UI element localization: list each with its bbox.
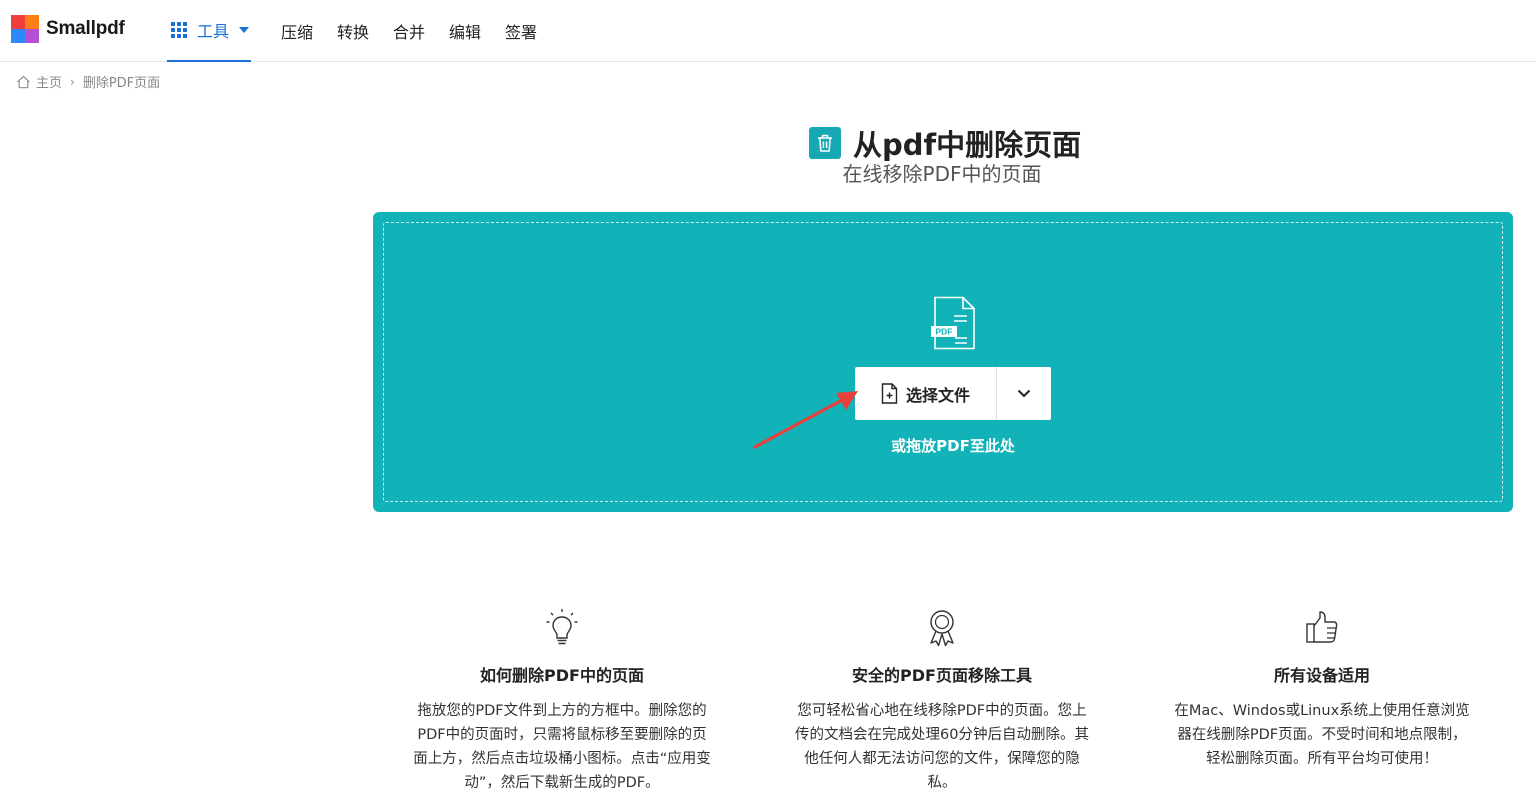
chevron-down-icon xyxy=(1017,389,1031,398)
nav-item-convert[interactable]: 转换 xyxy=(337,19,369,43)
feature-text: 在Mac、Windos或Linux系统上使用任意浏览器在线删除PDF页面。不受时… xyxy=(1174,703,1470,767)
pdf-file-icon: PDF xyxy=(931,296,975,350)
nav-item-compress[interactable]: 压缩 xyxy=(281,19,313,43)
annotation-arrow-icon xyxy=(753,391,858,449)
thumbs-up-icon xyxy=(1306,611,1338,643)
add-file-icon xyxy=(881,383,898,404)
feature-text: 您可轻松省心地在线移除PDF中的页面。您上传的文档会在完成处理60分钟后自动删除… xyxy=(795,703,1089,791)
dropzone-dashed-border: PDF 选择文件 或拖放PDF至此处 xyxy=(383,222,1503,502)
feature-title: 所有设备适用 xyxy=(1273,666,1370,685)
smallpdf-logo-icon xyxy=(11,15,39,43)
brand-name: Smallpdf xyxy=(46,18,125,39)
caret-down-icon xyxy=(239,27,250,33)
nav-item-sign[interactable]: 签署 xyxy=(505,19,537,43)
page-subtitle: 在线移除PDF中的页面 xyxy=(842,162,1042,186)
award-ribbon-icon xyxy=(930,610,954,647)
home-icon xyxy=(17,75,30,88)
feature-text: 拖放您的PDF文件到上方的方框中。删除您的PDF中的页面时，只需将鼠标移至要删除… xyxy=(413,703,711,791)
breadcrumb-home[interactable]: 主页 xyxy=(36,72,62,91)
lightbulb-icon xyxy=(546,609,578,645)
feature-security: 安全的PDF页面移除工具 您可轻松省心地在线移除PDF中的页面。您上传的文档会在… xyxy=(782,606,1102,795)
top-nav: Smallpdf 工具 压缩 转换 合并 编辑 签署 xyxy=(0,0,1536,62)
feature-title: 安全的PDF页面移除工具 xyxy=(852,666,1032,685)
choose-file-button-group: 选择文件 xyxy=(855,367,1051,420)
choose-file-label: 选择文件 xyxy=(905,385,970,405)
breadcrumb-separator: › xyxy=(70,74,75,89)
file-dropzone[interactable]: PDF 选择文件 或拖放PDF至此处 xyxy=(373,212,1513,512)
pdf-badge-text: PDF xyxy=(936,327,953,337)
grid-icon xyxy=(171,22,187,38)
breadcrumb-current: 删除PDF页面 xyxy=(82,76,161,91)
choose-file-button[interactable]: 选择文件 xyxy=(855,367,997,420)
trash-icon xyxy=(809,127,841,159)
nav-item-edit[interactable]: 编辑 xyxy=(449,19,481,43)
upload-options-dropdown[interactable] xyxy=(997,367,1051,420)
feature-how-to: 如何删除PDF中的页面 拖放您的PDF文件到上方的方框中。删除您的PDF中的页面… xyxy=(402,606,722,795)
breadcrumb: 主页 › 删除PDF页面 xyxy=(16,72,160,91)
nav-item-merge[interactable]: 合并 xyxy=(393,19,425,43)
nav-tools-label: 工具 xyxy=(197,22,230,41)
feature-title: 如何删除PDF中的页面 xyxy=(480,666,644,685)
feature-all-devices: 所有设备适用 在Mac、Windos或Linux系统上使用任意浏览器在线删除PD… xyxy=(1162,606,1482,771)
smallpdf-logo[interactable]: Smallpdf xyxy=(11,15,125,43)
nav-tools-menu[interactable]: 工具 xyxy=(167,0,251,62)
